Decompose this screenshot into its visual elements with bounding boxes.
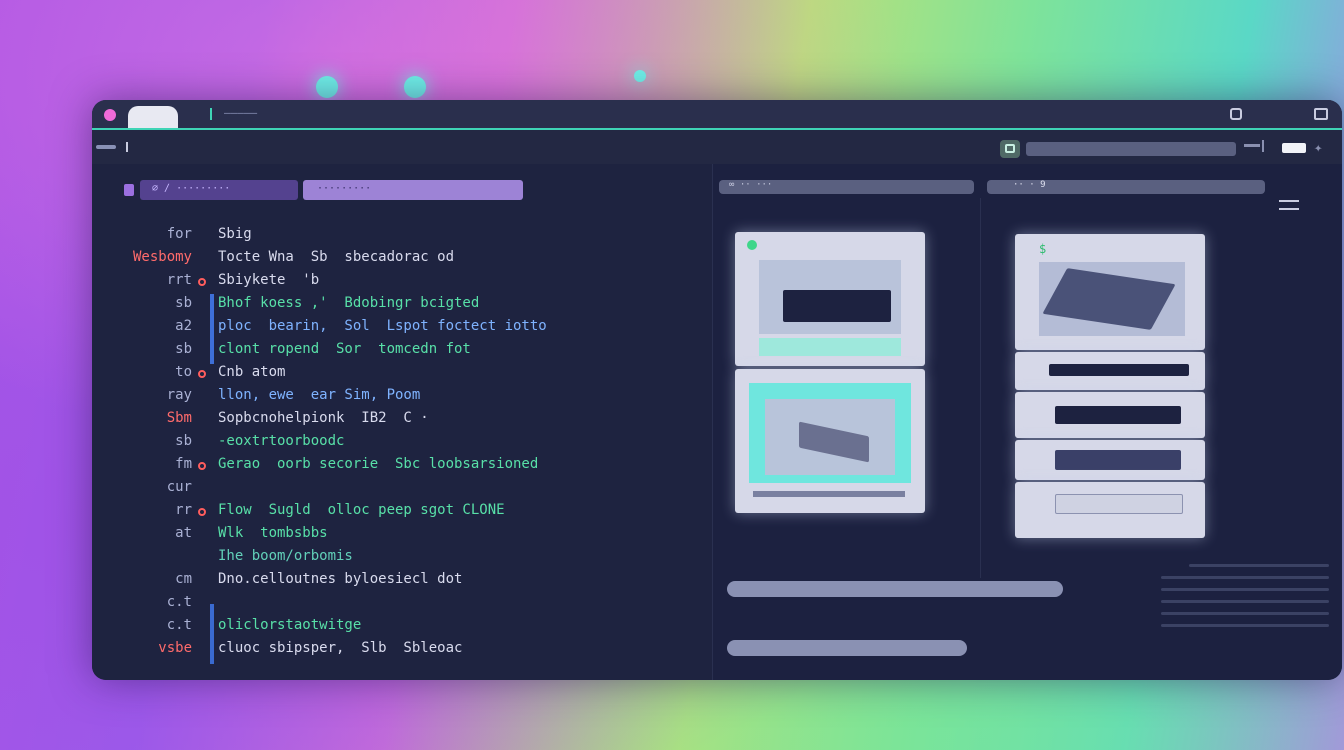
toolbar: ✦: [92, 130, 1342, 165]
preview-pane: ∞ ·· ··· ·· · 9 $: [713, 164, 1342, 680]
git-change-indicator: [210, 294, 214, 364]
list-item: [1189, 564, 1329, 567]
code-text: clont ropend Sor tomcedn fot: [218, 341, 471, 357]
preview-card[interactable]: [1015, 352, 1205, 390]
card-caption: [759, 338, 901, 356]
list-item: [1161, 624, 1329, 627]
window-title: —————: [224, 106, 258, 119]
card-slab: [1049, 364, 1189, 376]
toggle-button[interactable]: [1282, 143, 1306, 153]
editor-tab-bar: ∅ ∕ ········· ·········: [92, 180, 712, 202]
cursor-caret: [210, 108, 212, 120]
code-text: llon, ewe ear Sim, Poom: [218, 387, 421, 403]
background-orb: [634, 70, 646, 82]
divider: [1244, 144, 1260, 147]
preview-header-right-label: ·· · 9: [1013, 180, 1046, 190]
line-number: ray: [166, 387, 192, 403]
line-number: cm: [175, 571, 192, 587]
code-text: Ihe boom/orbomis: [218, 548, 353, 564]
browser-tab[interactable]: [128, 106, 178, 128]
line-number: sb: [175, 341, 192, 357]
code-text: Cnb atom: [218, 364, 286, 380]
list-item: [1161, 588, 1329, 591]
address-bar[interactable]: [1026, 142, 1236, 156]
preview-card[interactable]: [1015, 392, 1205, 438]
window-close-dot[interactable]: [104, 109, 116, 121]
background-orb: [404, 76, 426, 98]
list-item: [1161, 600, 1329, 603]
line-number: rrt: [166, 272, 192, 288]
breakpoint-icon[interactable]: [198, 508, 206, 516]
preview-header-left-label: ∞ ·· ···: [729, 180, 773, 190]
code-text: -eoxtrtoorboodc: [218, 433, 345, 449]
preview-card[interactable]: [735, 369, 925, 513]
line-number: at: [175, 525, 192, 541]
list-item: [1161, 576, 1329, 579]
line-number: fm: [175, 456, 192, 472]
window-maximize-icon[interactable]: [1314, 108, 1328, 120]
editor-tab-2-label: ·········: [317, 183, 372, 194]
code-text: ploc bearin, Sol Lspot foctect iotto: [218, 318, 547, 334]
dollar-icon: $: [1039, 242, 1047, 256]
line-number: cur: [166, 479, 192, 495]
status-dot: [747, 240, 757, 250]
background-orb: [316, 76, 338, 98]
card-image-slab: [783, 290, 891, 322]
line-number: a2: [175, 318, 192, 334]
extension-icon[interactable]: [1230, 108, 1242, 120]
menu-toggle-button[interactable]: [96, 145, 116, 149]
line-number: rr: [175, 502, 192, 518]
card-slab: [1055, 406, 1181, 424]
card-slab: [1055, 494, 1183, 514]
line-number: vsbe: [158, 640, 192, 656]
card-caption: [753, 491, 905, 497]
list-item: [1161, 612, 1329, 615]
editor-tab-1-label: ∅ ∕ ·········: [152, 183, 231, 194]
breakpoint-icon[interactable]: [198, 370, 206, 378]
divider: [126, 142, 128, 152]
code-text: Sbiykete 'b: [218, 272, 320, 288]
code-text: Wlk tombsbbs: [218, 525, 328, 541]
preview-card[interactable]: [735, 232, 925, 366]
app-window: ————— ✦ ∅ ∕ ········· ········· for Sbig W…: [92, 100, 1342, 680]
code-text: oliclorstaotwitge: [218, 617, 362, 633]
code-text: Flow Sugld olloc peep sgot CLONE: [218, 502, 505, 518]
file-icon: [124, 184, 134, 196]
line-number: Sbm: [166, 410, 192, 426]
menu-icon[interactable]: [1279, 200, 1299, 202]
breakpoint-icon[interactable]: [198, 278, 206, 286]
line-number: sb: [175, 433, 192, 449]
camera-icon[interactable]: [1000, 140, 1020, 158]
preview-card[interactable]: $: [1015, 234, 1205, 350]
line-number: sb: [175, 295, 192, 311]
line-number: c.t: [166, 594, 192, 610]
progress-bar: [727, 640, 967, 656]
line-number: for: [166, 226, 192, 242]
progress-bar: [727, 581, 1063, 597]
code-text: Sbig: [218, 226, 252, 242]
line-number: Wesbomy: [132, 249, 192, 265]
preview-card[interactable]: [1015, 440, 1205, 480]
divider: [980, 198, 981, 578]
line-number: to: [175, 364, 192, 380]
preview-card[interactable]: [1015, 482, 1205, 538]
titlebar: —————: [92, 100, 1342, 130]
code-text: cluoc sbipsper, Slb Sbleoac: [218, 640, 463, 656]
forward-arrow-icon[interactable]: ✦: [1314, 140, 1322, 156]
code-text: Sopbcnohelpionk IB2 C ·: [218, 410, 429, 426]
code-text: Bhof koess ,' Bdobingr bcigted: [218, 295, 480, 311]
code-text: Gerao oorb secorie Sbc loobsarsioned: [218, 456, 539, 472]
code-text: Dno.celloutnes byloesiecl dot: [218, 571, 463, 587]
card-slab: [1055, 450, 1181, 470]
divider: [1262, 140, 1264, 152]
git-change-indicator: [210, 604, 214, 664]
line-number: c.t: [166, 617, 192, 633]
code-editor[interactable]: ∅ ∕ ········· ········· for Sbig Wesbomy To…: [92, 164, 712, 680]
breakpoint-icon[interactable]: [198, 462, 206, 470]
code-text: Tocte Wna Sb sbecadorac od: [218, 249, 455, 265]
